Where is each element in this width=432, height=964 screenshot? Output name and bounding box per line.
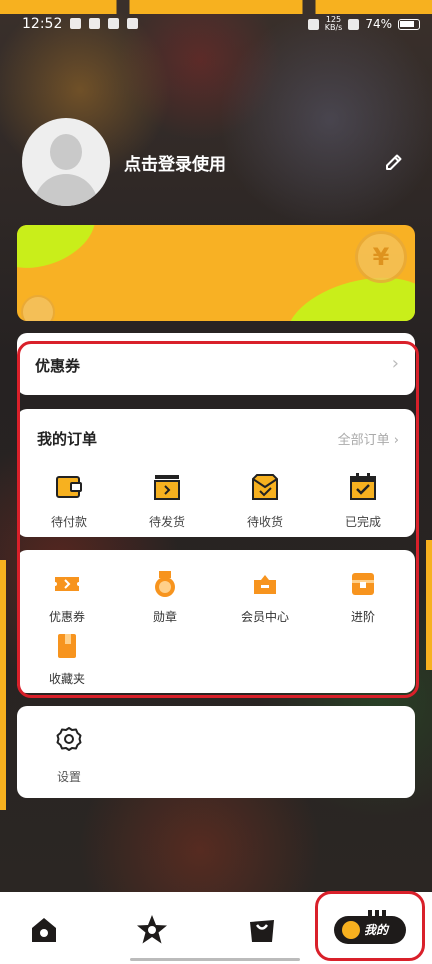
settings-item[interactable]: 设置 [47, 726, 91, 785]
notification-icons [70, 18, 138, 29]
pencil-icon[interactable] [384, 152, 404, 172]
app-icon [108, 18, 119, 29]
avatar-placeholder-icon[interactable] [22, 118, 110, 206]
star-icon[interactable] [134, 912, 170, 948]
coin-icon: ¥ [355, 231, 407, 283]
battery-percent: 74% [365, 17, 392, 31]
settings-card: 设置 [17, 706, 415, 798]
mail-icon [89, 18, 100, 29]
net-speed-unit: KB/s [324, 23, 343, 32]
status-right: 125 KB/s 74% [307, 16, 420, 32]
top-accent-bar [0, 0, 432, 14]
left-accent-bar [0, 560, 6, 810]
bag-icon[interactable] [244, 912, 280, 948]
annotation-highlight-box-nav [315, 891, 425, 961]
vibrate-icon [307, 18, 319, 30]
right-accent-bar [426, 540, 432, 670]
home-indicator [130, 958, 300, 961]
coin-small-icon [21, 295, 55, 321]
settings-label: 设置 [56, 770, 81, 784]
annotation-highlight-box [17, 341, 419, 698]
profile-header: 点击登录使用 [22, 118, 412, 206]
home-icon[interactable] [26, 912, 62, 948]
tiktok-icon [70, 18, 81, 29]
status-time: 12:52 [22, 16, 63, 32]
status-bar: 12:52 125 KB/s 74% [0, 14, 432, 40]
gear-icon [56, 727, 82, 751]
battery-icon [398, 18, 420, 30]
net-speed: 125 KB/s [325, 16, 343, 32]
promo-banner[interactable]: ¥ [17, 225, 415, 321]
login-prompt[interactable]: 点击登录使用 [124, 150, 226, 175]
wifi-icon [348, 18, 360, 30]
crown-icon [127, 18, 138, 29]
